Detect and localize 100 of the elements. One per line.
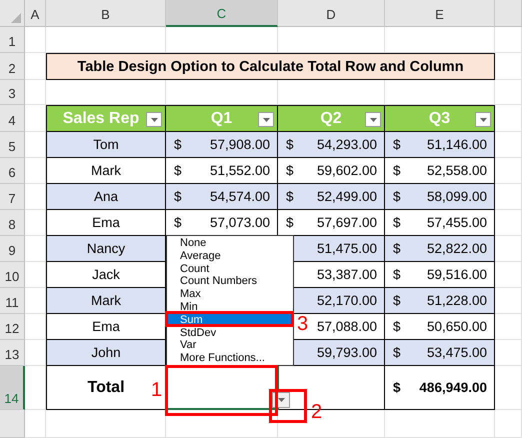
sheet-cell[interactable] — [25, 410, 46, 438]
cell-value: 52,822.00 — [426, 241, 487, 256]
sheet-cell[interactable] — [495, 210, 522, 236]
column-header[interactable]: D — [278, 0, 385, 27]
step-number: 1 — [151, 380, 162, 400]
sheet-cell[interactable] — [495, 27, 522, 53]
sheet-cell[interactable] — [385, 410, 495, 438]
currency-symbol: $ — [174, 163, 182, 178]
currency-symbol: $ — [286, 189, 294, 204]
currency-symbol: $ — [286, 215, 294, 230]
cell-value: 486,949.00 — [419, 380, 487, 395]
row-header[interactable]: 9 — [0, 236, 25, 262]
sheet-cell[interactable] — [495, 262, 522, 288]
sheet-cell[interactable] — [25, 80, 46, 105]
filter-button[interactable] — [146, 112, 162, 127]
sheet-cell[interactable] — [495, 236, 522, 262]
currency-symbol: $ — [393, 137, 401, 152]
row-header[interactable]: 3 — [0, 80, 25, 105]
menu-item[interactable]: More Functions... — [167, 352, 293, 365]
table-cell: Ana — [46, 184, 166, 210]
cell-value: 50,650.00 — [426, 319, 487, 334]
row-header[interactable]: 2 — [0, 53, 25, 80]
column-header[interactable]: B — [46, 0, 166, 27]
cell-value: 57,697.00 — [316, 215, 377, 230]
column-header[interactable]: E — [385, 0, 495, 27]
currency-symbol: $ — [393, 380, 401, 395]
step-number: 3 — [297, 314, 308, 334]
caret-icon — [370, 118, 376, 122]
currency-symbol: $ — [393, 267, 401, 282]
currency-symbol: $ — [393, 241, 401, 256]
sheet-cell[interactable] — [495, 158, 522, 184]
sheet-cell[interactable] — [495, 410, 522, 438]
sheet-cell[interactable] — [495, 366, 522, 410]
currency-symbol: $ — [393, 293, 401, 308]
filter-button[interactable] — [258, 112, 274, 127]
column-header[interactable]: A — [25, 0, 46, 27]
menu-item[interactable]: StdDev — [167, 326, 293, 340]
column-header[interactable]: C — [166, 0, 278, 27]
cell-value: 58,099.00 — [426, 189, 487, 204]
sheet-cell[interactable] — [495, 340, 522, 366]
currency-symbol: $ — [393, 189, 401, 204]
menu-item[interactable]: Max — [167, 288, 293, 301]
table-cell: Mark — [46, 288, 166, 314]
sheet-cell[interactable] — [25, 27, 46, 53]
sheet-cell[interactable] — [25, 210, 46, 236]
currency-symbol: $ — [174, 215, 182, 230]
row-header[interactable]: 1 — [0, 27, 25, 53]
row-header[interactable]: 10 — [0, 262, 25, 288]
row-header[interactable] — [0, 410, 25, 438]
currency-symbol: $ — [393, 215, 401, 230]
cell-value: 59,793.00 — [316, 345, 377, 360]
menu-item[interactable]: Count Numbers — [167, 275, 293, 288]
cell-value: 52,499.00 — [316, 189, 377, 204]
menu-item[interactable]: Count — [167, 262, 293, 276]
currency-symbol: $ — [393, 163, 401, 178]
cell-value: 59,516.00 — [426, 267, 487, 282]
row-header[interactable]: 13 — [0, 340, 25, 366]
sheet-cell[interactable] — [25, 158, 46, 184]
row-header[interactable]: 7 — [0, 184, 25, 210]
table-header: Q1 — [166, 105, 278, 132]
cell-value: 57,908.00 — [210, 137, 270, 152]
filter-button[interactable] — [475, 112, 491, 127]
row-header[interactable]: 14 — [0, 366, 25, 410]
menu-item[interactable]: None — [167, 237, 293, 250]
currency-symbol: $ — [393, 319, 401, 334]
table-header: Q3 — [385, 105, 495, 132]
cell-value: 57,088.00 — [316, 319, 377, 334]
row-header[interactable]: 6 — [0, 158, 25, 184]
menu-item[interactable]: Average — [167, 250, 293, 263]
cell-value: 54,574.00 — [210, 189, 270, 204]
table-cell: Tom — [46, 132, 166, 158]
row-header[interactable]: 5 — [0, 132, 25, 158]
menu-item[interactable]: Var — [167, 339, 293, 352]
cell-value: 51,475.00 — [316, 241, 377, 256]
cell-value: 52,558.00 — [426, 163, 487, 178]
menu-item[interactable]: Min — [167, 300, 293, 314]
sheet-cell[interactable] — [25, 314, 46, 340]
cell-value: 51,146.00 — [426, 137, 487, 152]
select-all-button[interactable] — [0, 0, 25, 27]
sheet-cell[interactable] — [25, 366, 46, 410]
row-header[interactable]: 11 — [0, 288, 25, 314]
table-cell: Nancy — [46, 236, 166, 262]
sheet-cell[interactable] — [495, 53, 522, 80]
sheet-cell[interactable] — [495, 80, 522, 105]
row-header[interactable]: 8 — [0, 210, 25, 236]
cell-value: 57,073.00 — [210, 215, 270, 230]
table-cell: John — [46, 340, 166, 366]
currency-symbol: $ — [174, 137, 182, 152]
row-header[interactable]: 12 — [0, 314, 25, 340]
sheet-cell[interactable] — [495, 105, 522, 132]
sheet-cell[interactable] — [495, 314, 522, 340]
caret-icon — [480, 118, 486, 122]
sheet-cell[interactable] — [25, 262, 46, 288]
sheet-cell[interactable] — [495, 132, 522, 158]
caret-icon — [150, 118, 158, 122]
cell-value: 51,228.00 — [426, 293, 487, 308]
filter-button[interactable] — [365, 112, 381, 127]
sheet-cell[interactable] — [495, 288, 522, 314]
sheet-cell[interactable] — [495, 184, 522, 210]
row-header[interactable]: 4 — [0, 105, 25, 132]
